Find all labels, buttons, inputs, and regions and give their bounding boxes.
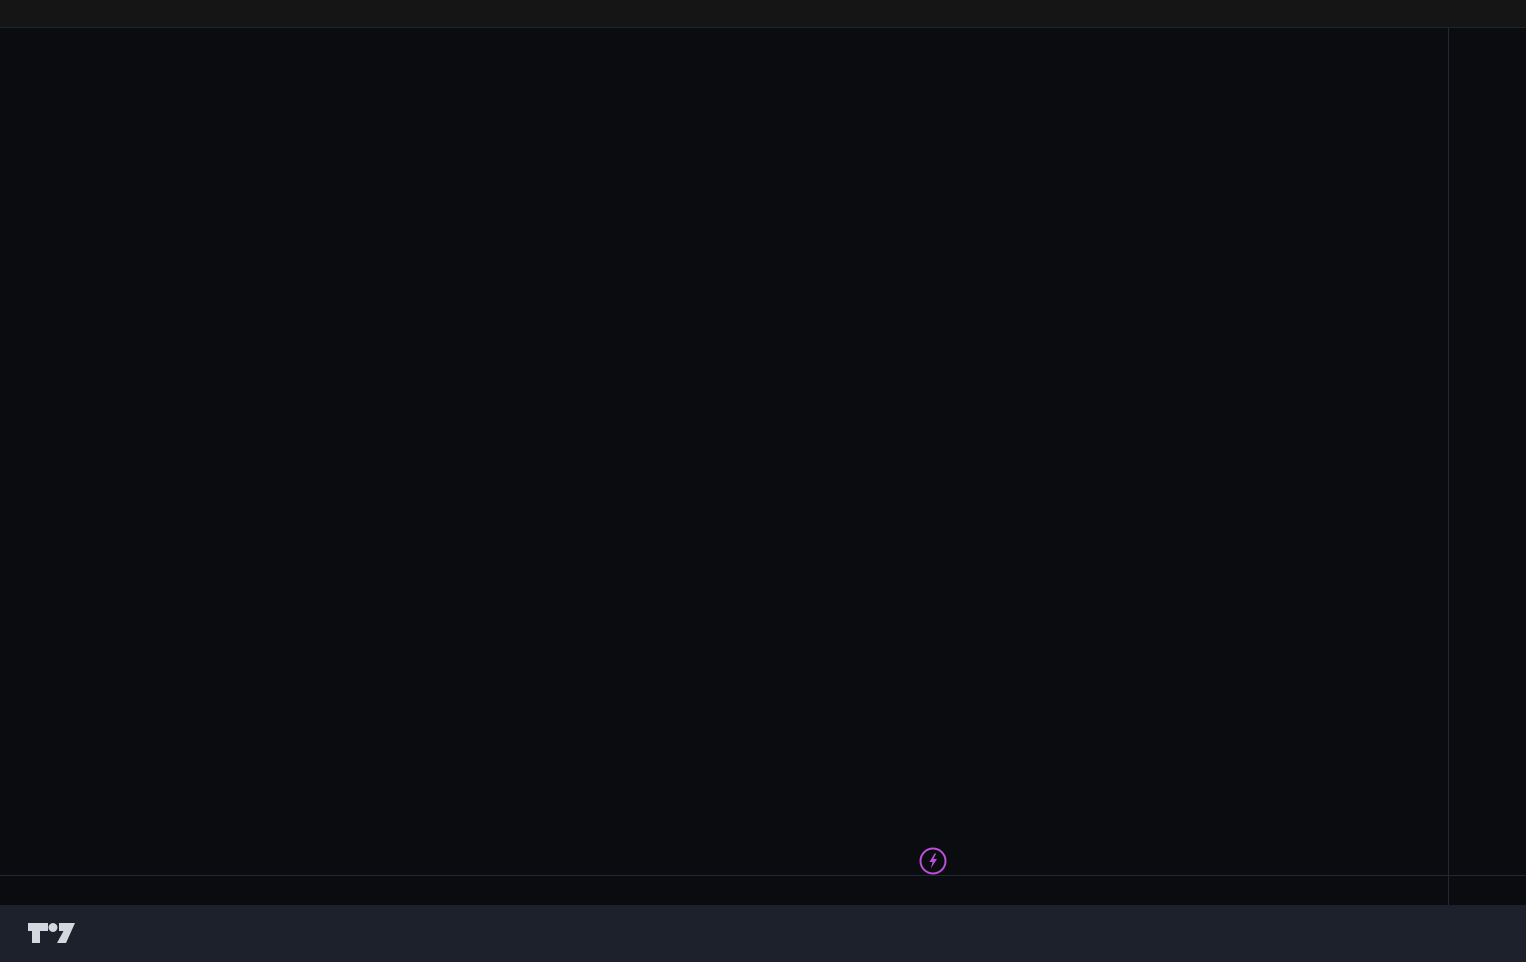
time-axis[interactable] xyxy=(0,875,1448,905)
footer-bar xyxy=(0,905,1526,962)
symbol-legend xyxy=(12,34,84,49)
tradingview-chart-window xyxy=(0,0,1526,962)
tradingview-logo[interactable] xyxy=(28,922,86,946)
credit-bar xyxy=(0,0,1526,28)
chart-plot-area[interactable] xyxy=(0,28,1448,875)
lightning-icon[interactable] xyxy=(918,846,948,876)
price-axis[interactable] xyxy=(1448,28,1526,875)
tradingview-logo-icon xyxy=(28,922,76,946)
symbol-price-flag xyxy=(0,0,14,16)
price-level-badge-4321 xyxy=(1451,28,1523,45)
bar-countdown xyxy=(1457,28,1523,30)
current-price-badge xyxy=(1451,28,1523,30)
axis-corner xyxy=(1448,875,1526,905)
